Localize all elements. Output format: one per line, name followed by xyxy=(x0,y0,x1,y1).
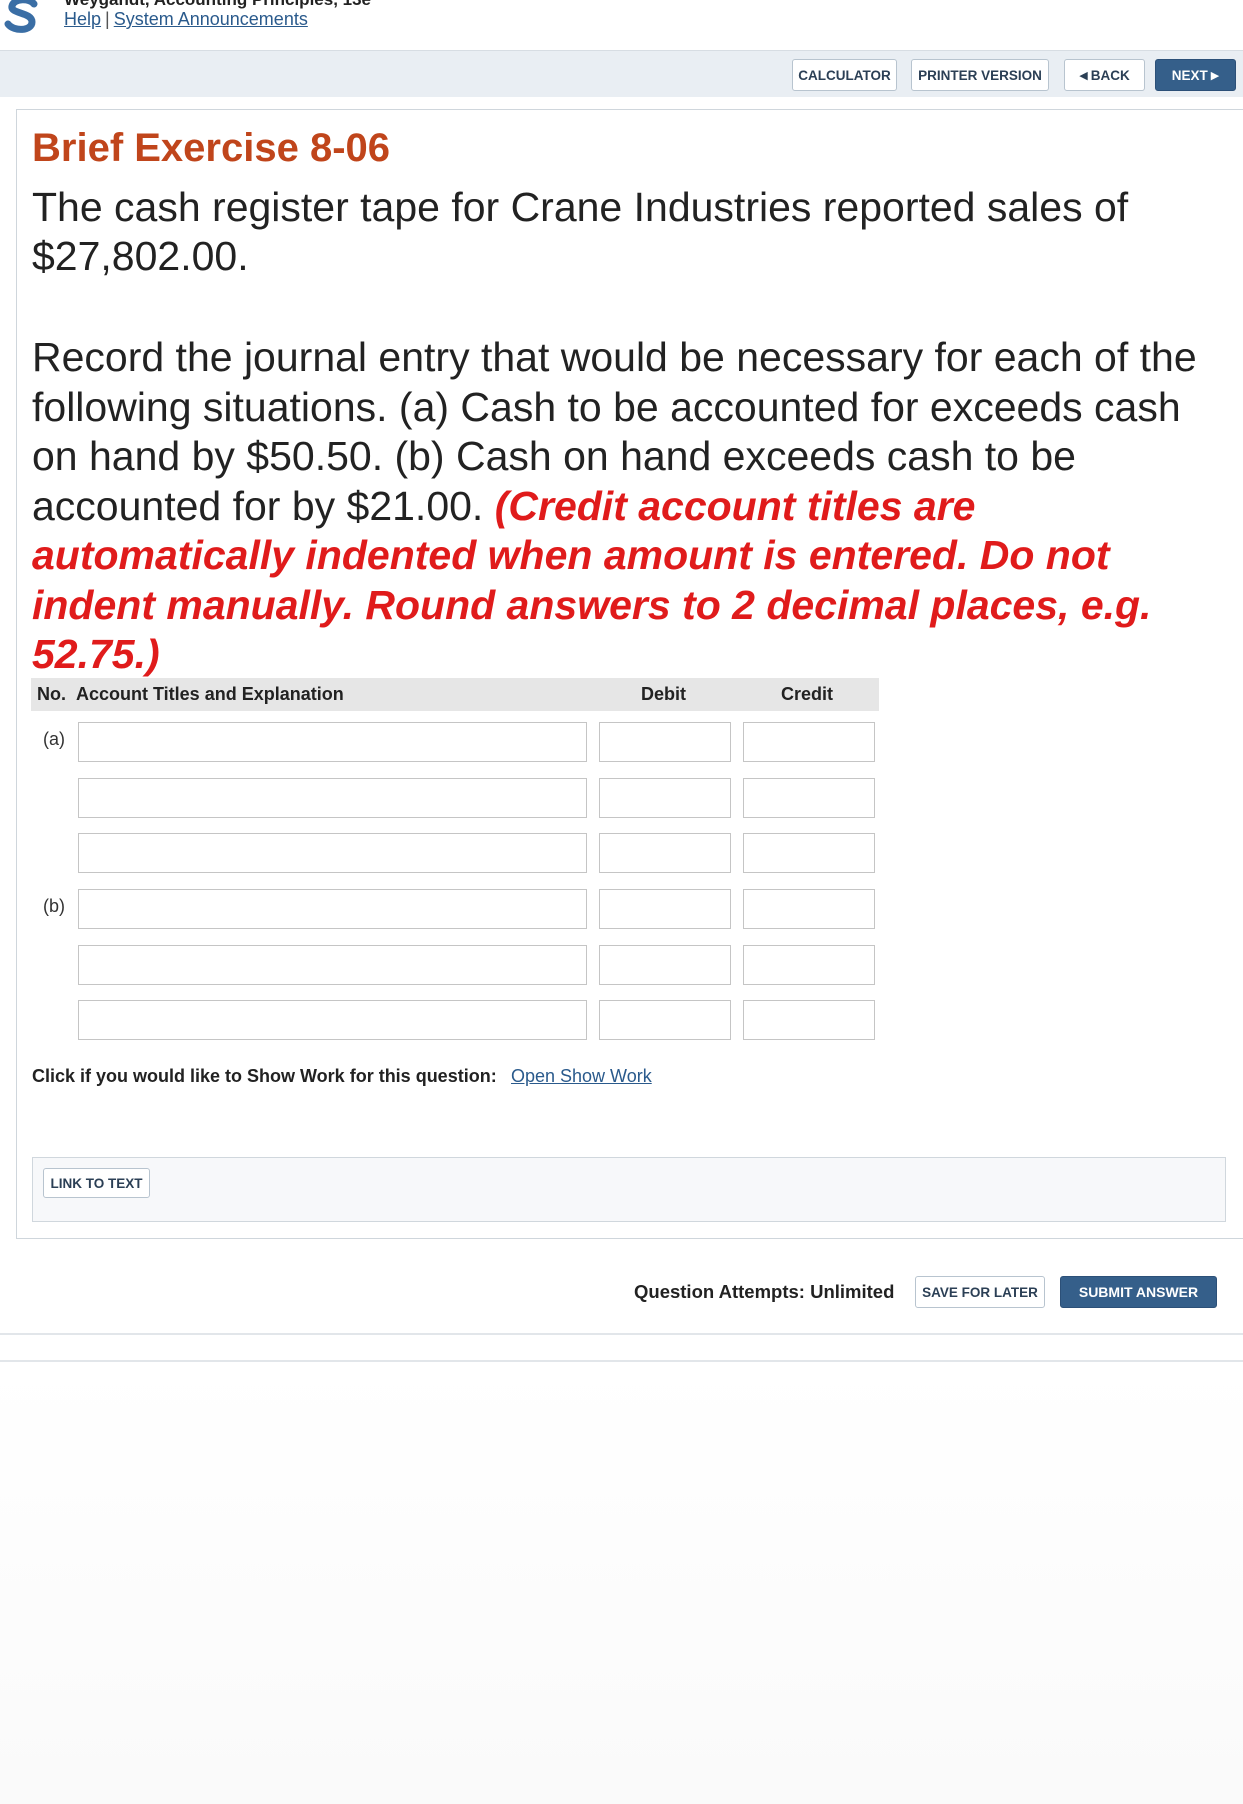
exercise-instruction: Record the journal entry that would be n… xyxy=(32,333,1232,680)
wileyplus-logo xyxy=(4,0,38,33)
credit-input[interactable] xyxy=(743,778,875,818)
show-work-prompt: Click if you would like to Show Work for… xyxy=(32,1066,497,1086)
page-bottom-area xyxy=(0,1362,1243,1804)
credit-input[interactable] xyxy=(743,889,875,929)
account-title-input[interactable] xyxy=(78,778,587,818)
printer-version-button[interactable]: PRINTER VERSION xyxy=(911,59,1049,91)
account-title-input[interactable] xyxy=(78,889,587,929)
credit-input[interactable] xyxy=(743,1000,875,1040)
assignment-toolbar: CALCULATOR PRINTER VERSION ◀ BACK NEXT ▶ xyxy=(0,50,1243,97)
debit-input[interactable] xyxy=(599,778,731,818)
calculator-button[interactable]: CALCULATOR xyxy=(792,59,897,91)
row-label-a: (a) xyxy=(43,729,65,749)
account-title-input[interactable] xyxy=(78,722,587,762)
link-to-text-button[interactable]: LINK TO TEXT xyxy=(43,1168,150,1198)
header-credit: Credit xyxy=(781,684,834,704)
save-for-later-button[interactable]: SAVE FOR LATER xyxy=(915,1276,1045,1308)
back-button[interactable]: ◀ BACK xyxy=(1064,59,1145,91)
debit-input[interactable] xyxy=(599,945,731,985)
exercise-description: The cash register tape for Crane Industr… xyxy=(32,184,1129,279)
credit-input[interactable] xyxy=(743,722,875,762)
account-title-input[interactable] xyxy=(78,945,587,985)
debit-input[interactable] xyxy=(599,1000,731,1040)
credit-input[interactable] xyxy=(743,945,875,985)
next-triangle-icon: ▶ xyxy=(1210,69,1220,82)
system-announcements-link[interactable]: System Announcements xyxy=(114,9,308,29)
save-for-later-label: SAVE FOR LATER xyxy=(922,1284,1038,1300)
debit-input[interactable] xyxy=(599,889,731,929)
header-no: No. xyxy=(37,684,66,704)
account-title-input[interactable] xyxy=(78,833,587,873)
journal-table-header: No. Account Titles and Explanation Debit… xyxy=(31,678,879,711)
help-link[interactable]: Help xyxy=(64,9,101,29)
submit-answer-label: SUBMIT ANSWER xyxy=(1078,1284,1199,1300)
help-links: Help | System Announcements xyxy=(64,9,308,30)
header-debit: Debit xyxy=(641,684,686,704)
exercise-title: Brief Exercise 8-06 xyxy=(32,126,391,170)
next-button-label: NEXT xyxy=(1171,67,1208,83)
divider xyxy=(0,1333,1243,1335)
debit-input[interactable] xyxy=(599,722,731,762)
link-to-text-label: LINK TO TEXT xyxy=(50,1175,143,1191)
link-to-text-box xyxy=(32,1157,1226,1222)
printer-version-button-label: PRINTER VERSION xyxy=(918,67,1042,83)
debit-input[interactable] xyxy=(599,833,731,873)
next-button[interactable]: NEXT ▶ xyxy=(1155,59,1236,91)
question-attempts: Question Attempts: Unlimited xyxy=(634,1281,895,1302)
back-triangle-icon: ◀ xyxy=(1079,69,1088,82)
submit-answer-button[interactable]: SUBMIT ANSWER xyxy=(1060,1276,1217,1308)
credit-input[interactable] xyxy=(743,833,875,873)
header-account-titles: Account Titles and Explanation xyxy=(76,684,344,704)
account-title-input[interactable] xyxy=(78,1000,587,1040)
calculator-button-label: CALCULATOR xyxy=(798,67,891,83)
link-separator: | xyxy=(105,9,110,29)
row-label-b: (b) xyxy=(43,896,65,916)
back-button-label: BACK xyxy=(1090,67,1130,83)
top-header: Weygandt, Accounting Principles, 13e Hel… xyxy=(0,0,1243,50)
open-show-work-link[interactable]: Open Show Work xyxy=(511,1066,652,1087)
